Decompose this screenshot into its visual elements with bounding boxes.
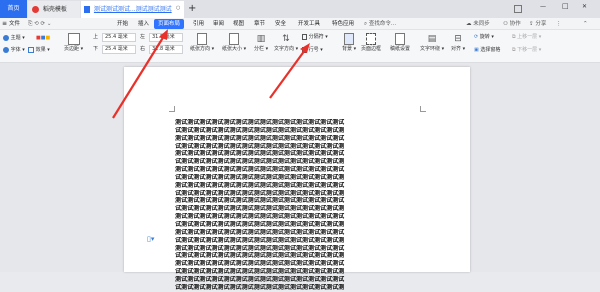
- arrow-to-breaks: [269, 43, 310, 99]
- annotation-arrows: [112, 29, 310, 119]
- document-line[interactable]: 试测试测试测试测试测试测试测试测试测试测试测试测试测试测: [175, 284, 419, 292]
- arrow-to-page-layout: [112, 29, 168, 119]
- document-line[interactable]: 测试测试测试测试测试测试测试测试测试测试测试测试测试测试: [175, 276, 419, 284]
